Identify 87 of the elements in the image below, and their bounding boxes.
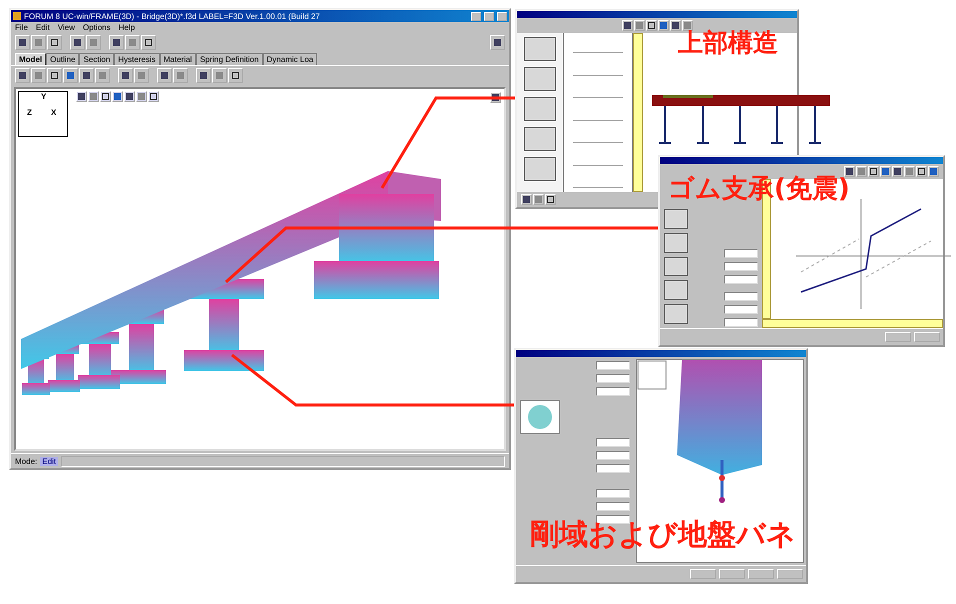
hysteresis-type-thumbnail[interactable] [664,232,688,253]
input-field[interactable] [724,275,758,284]
toolbar-button[interactable] [196,68,211,83]
tab[interactable]: Dynamic Loa [262,53,318,65]
toolbar-button[interactable] [15,68,30,83]
tab[interactable]: Hysteresis [114,53,160,65]
input-field[interactable] [724,249,758,258]
input-field[interactable] [596,361,630,370]
toolbar-button[interactable] [928,166,939,177]
app-icon [13,12,21,20]
shape-thumbnail[interactable] [524,127,556,151]
menu-item[interactable]: File [15,23,28,32]
menu-item[interactable]: Options [82,23,110,32]
toolbar-button[interactable] [76,91,87,102]
shape-thumbnail[interactable] [524,67,556,91]
toolbar-button[interactable] [670,20,680,31]
toolbar-button[interactable] [118,68,133,83]
axis-label: Z [27,108,32,117]
toolbar-button[interactable] [148,91,159,102]
input-field[interactable] [596,489,630,498]
toolbar-button[interactable] [47,35,62,50]
input-field[interactable] [596,515,630,524]
shape-thumbnail[interactable] [524,37,556,61]
hysteresis-type-thumbnail[interactable] [664,280,688,300]
input-field[interactable] [596,374,630,383]
minimize-button[interactable] [471,12,481,20]
toolbar-button[interactable] [141,35,156,50]
toolbar-button[interactable] [109,35,124,50]
status-value: Edit [40,456,58,466]
dialog-button[interactable] [748,569,774,579]
toolbar-button[interactable] [112,91,123,102]
toolbar-button[interactable] [521,194,532,205]
toolbar-button[interactable] [70,35,85,50]
tab[interactable]: Spring Definition [196,53,263,65]
rotation-sphere-icon [528,405,552,429]
dialog-button[interactable] [777,569,803,579]
input-field[interactable] [596,502,630,511]
shape-thumbnail[interactable] [524,157,556,181]
callout-label: 上部構造 [678,30,778,55]
toolbar-button[interactable] [124,91,135,102]
close-button[interactable] [497,12,507,20]
input-field[interactable] [724,262,758,271]
status-label: Mode: [15,456,38,466]
window-title: FORUM 8 UC-win/FRAME(3D) - Bridge(3D)*.f3d LABEL=F3D Ver.1.00.01 (Build 27 [24,12,321,20]
dialog-button[interactable] [719,569,745,579]
toolbar-button[interactable] [622,20,632,31]
menu-item[interactable]: Help [118,23,135,32]
toolbar-button[interactable] [490,35,505,50]
toolbar-button[interactable] [228,68,243,83]
toolbar-button[interactable] [868,166,879,177]
hysteresis-type-thumbnail[interactable] [664,304,688,324]
maximize-button[interactable] [484,12,494,20]
menu-item[interactable]: Edit [36,23,50,32]
toolbar-button[interactable] [63,68,78,83]
input-field[interactable] [596,464,630,473]
dialog-button[interactable] [885,332,911,342]
toolbar-button[interactable] [15,35,30,50]
hysteresis-type-thumbnail[interactable] [664,256,688,276]
toolbar-button[interactable] [892,166,903,177]
input-field[interactable] [724,318,758,327]
axis-label: Y [41,92,46,101]
tab[interactable]: Model [15,53,46,65]
shape-thumbnail[interactable] [524,97,556,121]
toolbar-button[interactable] [916,166,927,177]
toolbar-button[interactable] [844,166,855,177]
dialog-button[interactable] [690,569,716,579]
callout-label: 剛域および地盤バネ [530,520,796,549]
axis-label: X [51,108,56,117]
toolbar-button[interactable] [79,68,94,83]
input-field[interactable] [596,438,630,447]
toolbar-button[interactable] [100,91,111,102]
dialog-button[interactable] [914,332,940,342]
toolbar-button[interactable] [658,20,668,31]
input-field[interactable] [724,305,758,314]
toolbar-button[interactable] [545,194,556,205]
tab[interactable]: Outline [46,53,80,65]
toolbar-button[interactable] [646,20,656,31]
tab[interactable]: Material [160,53,196,65]
input-field[interactable] [596,387,630,396]
input-field[interactable] [724,292,758,301]
toolbar-button[interactable] [880,166,891,177]
toolbar-button[interactable] [47,68,62,83]
menu-item[interactable]: View [58,23,75,32]
tab[interactable]: Section [79,53,114,65]
input-field[interactable] [596,451,630,460]
hysteresis-type-thumbnail[interactable] [664,209,688,229]
toolbar-button[interactable] [157,68,172,83]
